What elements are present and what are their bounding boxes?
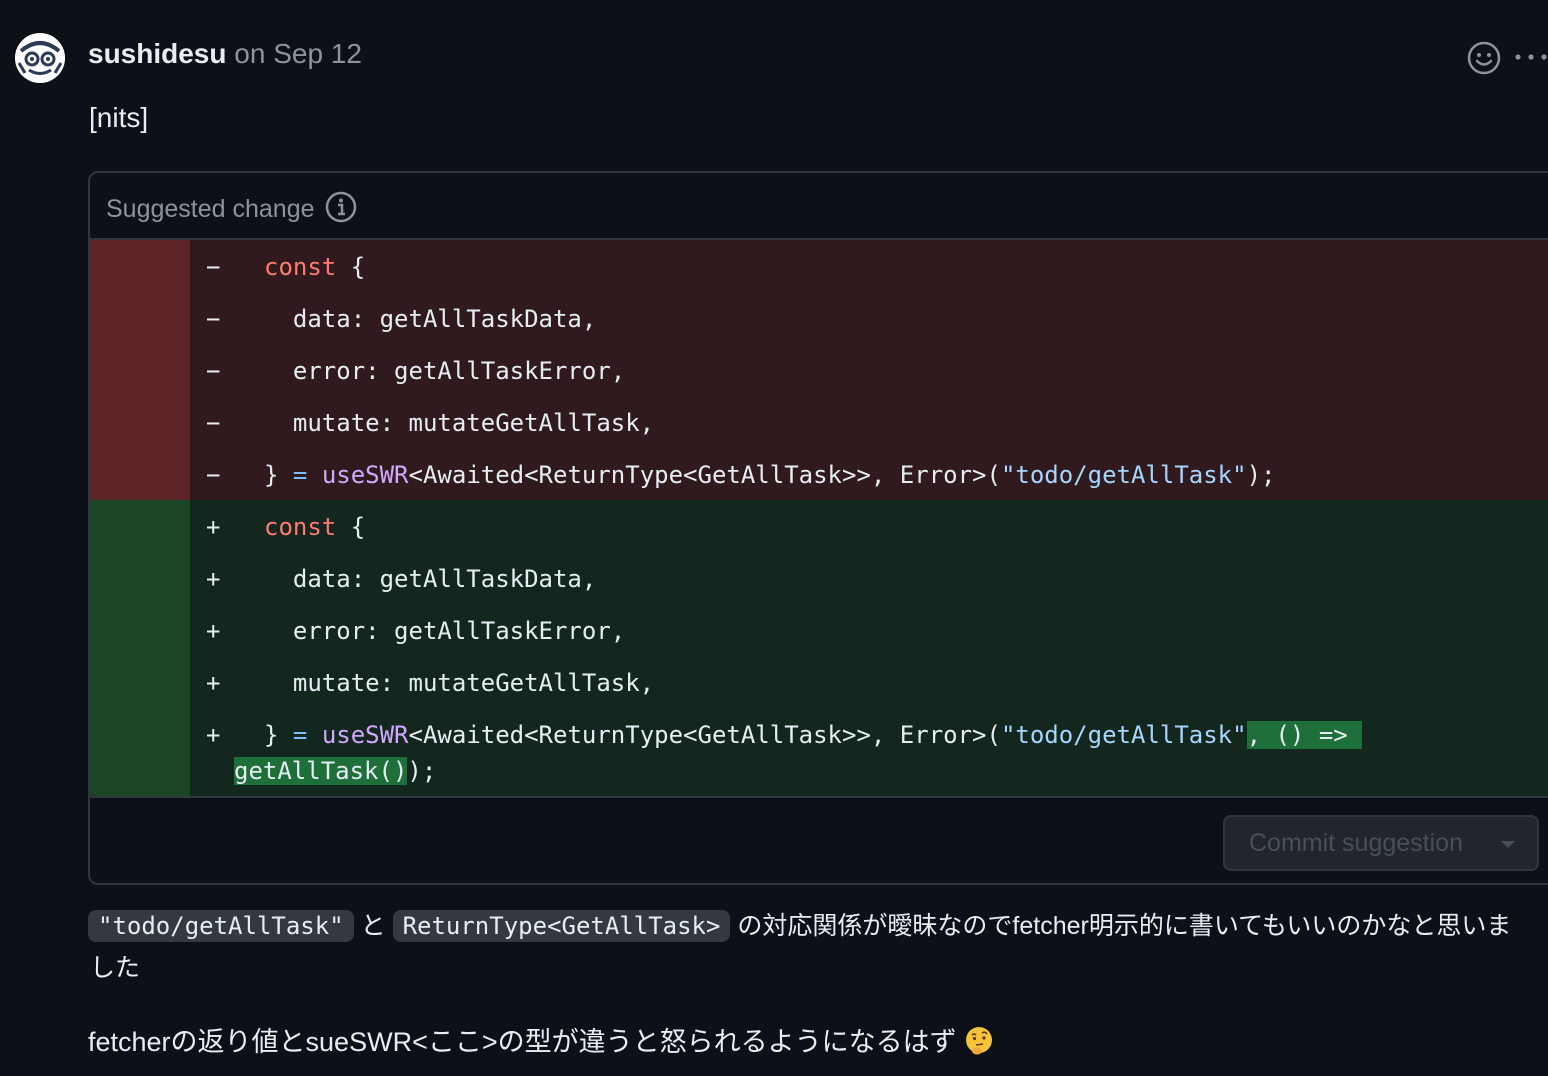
diff-sign: + [206,669,221,697]
suggested-change-footer: Commit suggestion [90,798,1548,883]
diff-gutter [90,448,190,500]
avatar-icon [15,33,65,83]
diff-added-line: + data: getAllTaskData, [90,552,1548,604]
commit-suggestion-button[interactable]: Commit suggestion [1223,815,1539,871]
diff-added-line: + const { [90,500,1548,552]
code-text: { [336,253,366,281]
diff-code: const { [264,511,365,543]
avatar[interactable] [15,33,65,83]
diff-added-line: + error: getAllTaskError, [90,604,1548,656]
code-text: } [264,721,293,749]
code-text: <Awaited<ReturnType<GetAllTask>>, Error>… [408,461,1001,489]
diff-sign: − [206,357,221,385]
diff-code: data: getAllTaskData, [264,305,597,333]
diff-sign: − [206,409,221,437]
diff-code: } = useSWR<Awaited<ReturnType<GetAllTask… [264,459,1275,491]
more-options-button[interactable] [1512,40,1548,76]
suggested-change-title: Suggested change [106,195,315,223]
suggested-change-header: Suggested change [90,173,1548,240]
diff-code: error: getAllTaskError, [264,357,626,385]
diff-sign: + [206,565,221,593]
author-name[interactable]: sushidesu [88,38,226,69]
text: の対応関係が曖昧なのでfetcher明示的に書いてもいいのかなと思いま [737,912,1512,940]
smiley-icon [1467,41,1501,75]
diff-sign: + [206,513,221,541]
diff-gutter [90,292,190,344]
text: fetcherの返り値とsueSWR<ここ>の型が違うと怒られるようになるはず [88,1027,957,1057]
diff-gutter [90,708,190,796]
code-highlight: , () => [1246,721,1363,749]
comment-header: sushidesu on Sep 12 [88,36,362,72]
inline-code: ReturnType<GetAllTask> [392,910,731,942]
diff-code: error: getAllTaskError, [264,617,626,645]
paragraph-continuation: した [90,954,141,982]
code-text: { [336,513,366,541]
code-operator: = [292,721,308,749]
diff-gutter [90,344,190,396]
code-operator: = [292,461,308,489]
diff-sign: − [206,461,221,489]
diff-sign: − [206,253,221,281]
code-function: useSWR [321,461,409,489]
add-reaction-button[interactable] [1466,40,1502,76]
diff-gutter [90,240,190,292]
suggested-change-box: Suggested change − const { − data: getAl… [88,171,1548,885]
diff-deleted-line: − mutate: mutateGetAllTask, [90,396,1548,448]
diff-code: mutate: mutateGetAllTask, [264,409,655,437]
diff-added-line: + } = useSWR<Awaited<ReturnType<GetAllTa… [90,708,1548,796]
code-string: "todo/getAllTask" [1000,721,1247,749]
diff-deleted-line: − data: getAllTaskData, [90,292,1548,344]
diff-code: } = useSWR<Awaited<ReturnType<GetAllTask… [264,719,1363,751]
diff-gutter [90,396,190,448]
code-text: } [264,461,293,489]
paragraph: "todo/getAllTask" と ReturnType<GetAllTas… [88,906,1511,946]
diff-gutter [90,604,190,656]
diff-gutter [90,552,190,604]
diff-deleted-line: − } = useSWR<Awaited<ReturnType<GetAllTa… [90,448,1548,500]
diff-sign: + [206,721,221,749]
comment-date[interactable]: on Sep 12 [234,38,362,69]
commit-suggestion-label: Commit suggestion [1249,829,1463,857]
diff-code: const { [264,251,365,283]
triangle-down-icon[interactable] [1501,841,1515,848]
info-icon[interactable] [324,190,358,224]
diff-deleted-line: − error: getAllTaskError, [90,344,1548,396]
kebab-horizontal-icon [1515,54,1547,60]
paragraph: fetcherの返り値とsueSWR<ここ>の型が違うと怒られるようになるはず [88,1022,995,1062]
code-text: ); [407,757,437,785]
code-text: <Awaited<ReturnType<GetAllTask>>, Error>… [408,721,1001,749]
code-string: "todo/getAllTask" [1000,461,1247,489]
diff-gutter [90,500,190,552]
code-text: ); [1246,461,1276,489]
code-function: useSWR [321,721,409,749]
diff-sign: − [206,305,221,333]
diff-gutter [90,656,190,708]
code-highlight: getAllTask() [234,757,408,785]
comment-text: [nits] [89,102,149,133]
diff-code: data: getAllTaskData, [264,565,597,593]
text: と [360,912,386,940]
diff-code-wrap: getAllTask()); [234,755,436,787]
diff-deleted-line: − const { [90,240,1548,292]
inline-code: "todo/getAllTask" [88,910,354,942]
code-keyword: const [264,513,337,541]
thinking-face-emoji [963,1025,995,1057]
code-keyword: const [264,253,337,281]
diff-added-line: + mutate: mutateGetAllTask, [90,656,1548,708]
diff-code: mutate: mutateGetAllTask, [264,669,655,697]
diff-sign: + [206,617,221,645]
